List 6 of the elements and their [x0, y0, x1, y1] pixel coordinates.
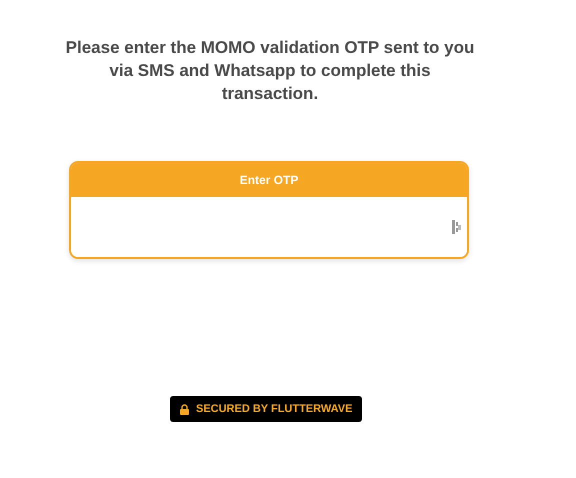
field-label: Enter OTP — [240, 173, 298, 187]
instruction-text: Please enter the MOMO validation OTP sent to you via SMS and Whatsapp to complete this transaction. — [64, 37, 476, 105]
password-manager-icon[interactable] — [452, 220, 461, 234]
badge-text: SECURED BY FLUTTERWAVE — [196, 403, 352, 415]
otp-field[interactable]: Enter OTP — [69, 161, 469, 259]
lock-icon — [180, 404, 189, 414]
